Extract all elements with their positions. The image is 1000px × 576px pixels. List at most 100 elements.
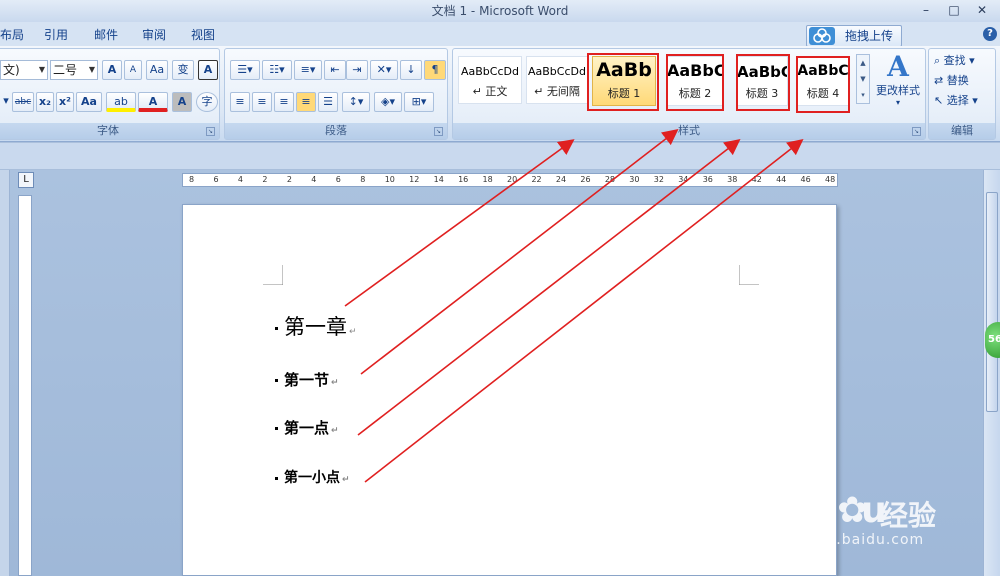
justify-icon: ≡	[301, 95, 311, 108]
multilevel-list-button[interactable]: ≡▾	[294, 60, 322, 80]
heading-point[interactable]: 第一点 ↵	[275, 417, 339, 438]
ruler-tick-label: 2	[286, 175, 292, 184]
style-no-spacing[interactable]: AaBbCcDd ↵ 无间隔	[526, 56, 588, 104]
maximize-button[interactable]: □	[940, 0, 968, 20]
gallery-up-icon[interactable]: ▲	[857, 55, 869, 71]
sort-button[interactable]: ↓	[400, 60, 422, 80]
paint-bucket-icon: ◈▾	[381, 95, 395, 108]
tab-mailings[interactable]: 邮件	[94, 26, 118, 43]
align-right-button[interactable]: ≡	[274, 92, 294, 112]
heading-chapter[interactable]: 第一章 ↵	[275, 311, 357, 341]
document-page[interactable]: 第一章 ↵ 第一节 ↵ 第一点 ↵ 第一小点 ↵	[182, 204, 837, 576]
superscript-button[interactable]: x²	[56, 92, 74, 112]
phonetic-guide-button[interactable]: 变	[172, 60, 194, 80]
ruler-tick-label: 6	[213, 175, 219, 184]
paragraph-mark-icon: ¶	[431, 63, 439, 76]
clear-format-button[interactable]: Aa	[146, 60, 168, 80]
styles-dialog-launcher-icon[interactable]: ↘	[912, 127, 921, 136]
gallery-down-icon[interactable]: ▼	[857, 71, 869, 87]
font-size-combo[interactable]: 二号 ▼	[50, 60, 98, 80]
scroll-thumb[interactable]	[986, 192, 998, 412]
select-button[interactable]: ↖ 选择 ▾	[934, 92, 978, 108]
binoculars-icon: ⌕	[934, 54, 941, 67]
minimize-button[interactable]: –	[912, 0, 940, 20]
increase-indent-button[interactable]: ⇥	[346, 60, 368, 80]
ruler-tick-label: 36	[702, 175, 713, 184]
change-styles-label: 更改样式	[876, 84, 920, 97]
highlight-icon: ab	[114, 95, 128, 108]
multilevel-list-icon: ≡▾	[300, 63, 316, 76]
vertical-ruler[interactable]	[18, 195, 32, 576]
character-border-button[interactable]: A	[198, 60, 218, 80]
font-name-value: 文)	[3, 63, 20, 77]
close-button[interactable]: ✕	[968, 0, 996, 20]
line-spacing-icon: ↕▾	[348, 95, 364, 108]
ruler-tick-label: 18	[482, 175, 493, 184]
decrease-indent-button[interactable]: ⇤	[324, 60, 346, 80]
ruler-tick-label: 4	[311, 175, 317, 184]
ruler-tick-label: 34	[678, 175, 689, 184]
font-size-value: 二号	[53, 63, 78, 77]
highlight-color-button[interactable]: ab	[106, 92, 136, 112]
ruler-tick-label: 14	[433, 175, 444, 184]
title-bar: 文档 1 - Microsoft Word	[0, 0, 1000, 22]
tab-layout[interactable]: 布局	[0, 26, 24, 43]
ruler-tick-label: 26	[580, 175, 591, 184]
show-marks-button[interactable]: ¶	[424, 60, 446, 80]
underline-dropdown-icon[interactable]: ▾	[0, 92, 12, 112]
baidu-watermark: Bai✿u 经验 jingyan.baidu.com	[770, 490, 990, 570]
subscript-button[interactable]: x₂	[36, 92, 54, 112]
chinese-layout-icon: ✕▾	[376, 63, 392, 76]
align-center-button[interactable]: ≡	[252, 92, 272, 112]
line-spacing-button[interactable]: ↕▾	[342, 92, 370, 112]
ruler-tick-label: 30	[629, 175, 640, 184]
bullets-button[interactable]: ☰▾	[230, 60, 260, 80]
numbering-button[interactable]: ☷▾	[262, 60, 292, 80]
align-left-icon: ≡	[235, 95, 245, 108]
distributed-button[interactable]: ☰	[318, 92, 338, 112]
ruler-tick-label: 8	[189, 175, 195, 184]
grow-font-button[interactable]: A	[102, 60, 122, 80]
heading-subpoint[interactable]: 第一小点 ↵	[275, 467, 350, 487]
shading-button[interactable]: ◈▾	[374, 92, 402, 112]
font-name-combo[interactable]: 文) ▼	[0, 60, 48, 80]
change-case-button[interactable]: Aa	[76, 92, 102, 112]
borders-button[interactable]: ⊞▾	[404, 92, 434, 112]
change-case-icon: Aa	[81, 95, 97, 108]
justify-button[interactable]: ≡	[296, 92, 316, 112]
ruler-tick-label: 12	[409, 175, 420, 184]
change-styles-button[interactable]: A 更改样式 ▾	[872, 52, 924, 112]
tab-view[interactable]: 视图	[191, 26, 215, 43]
tab-references[interactable]: 引用	[44, 26, 68, 43]
find-button[interactable]: ⌕ 查找 ▾	[934, 52, 975, 68]
shrink-font-button[interactable]: A	[124, 60, 142, 80]
editing-group-label: 编辑	[929, 123, 995, 139]
highlight-box-heading-4	[796, 56, 850, 113]
strikethrough-button[interactable]: abc	[12, 92, 34, 112]
horizontal-ruler[interactable]: 8 6 4 2 2 4 6 8 10 12 14 16 18 20 22 24 26 28 30 32 34 36 38 42…	[182, 173, 838, 187]
style-no-spacing-name: ↵ 无间隔	[534, 85, 580, 98]
tab-stop-selector[interactable]: L	[18, 172, 34, 188]
numbering-icon: ☷▾	[269, 63, 285, 76]
paragraph-dialog-launcher-icon[interactable]: ↘	[434, 127, 443, 136]
heading-section[interactable]: 第一节 ↵	[275, 369, 339, 390]
ruler-tick-label: 20	[507, 175, 518, 184]
enclose-characters-button[interactable]: 字	[196, 92, 218, 112]
align-left-button[interactable]: ≡	[230, 92, 250, 112]
font-dialog-launcher-icon[interactable]: ↘	[206, 127, 215, 136]
chinese-layout-button[interactable]: ✕▾	[370, 60, 398, 80]
replace-button[interactable]: ⇄ 替换	[934, 72, 969, 88]
side-badge[interactable]: 56	[985, 322, 1000, 358]
borders-icon: ⊞▾	[411, 95, 427, 108]
upload-button[interactable]: 拖拽上传	[806, 25, 902, 47]
font-color-button[interactable]: A	[138, 92, 168, 112]
help-icon[interactable]: ?	[983, 27, 997, 41]
style-normal[interactable]: AaBbCcDd ↵ 正文	[458, 56, 522, 104]
style-gallery-scroll[interactable]: ▲ ▼ ▾	[856, 54, 870, 104]
align-right-icon: ≡	[279, 95, 289, 108]
tab-review[interactable]: 审阅	[142, 26, 166, 43]
character-shading-button[interactable]: A	[172, 92, 192, 112]
ruler-tick-label: 22	[531, 175, 542, 184]
distributed-icon: ☰	[323, 95, 333, 108]
gallery-more-icon[interactable]: ▾	[857, 87, 869, 103]
